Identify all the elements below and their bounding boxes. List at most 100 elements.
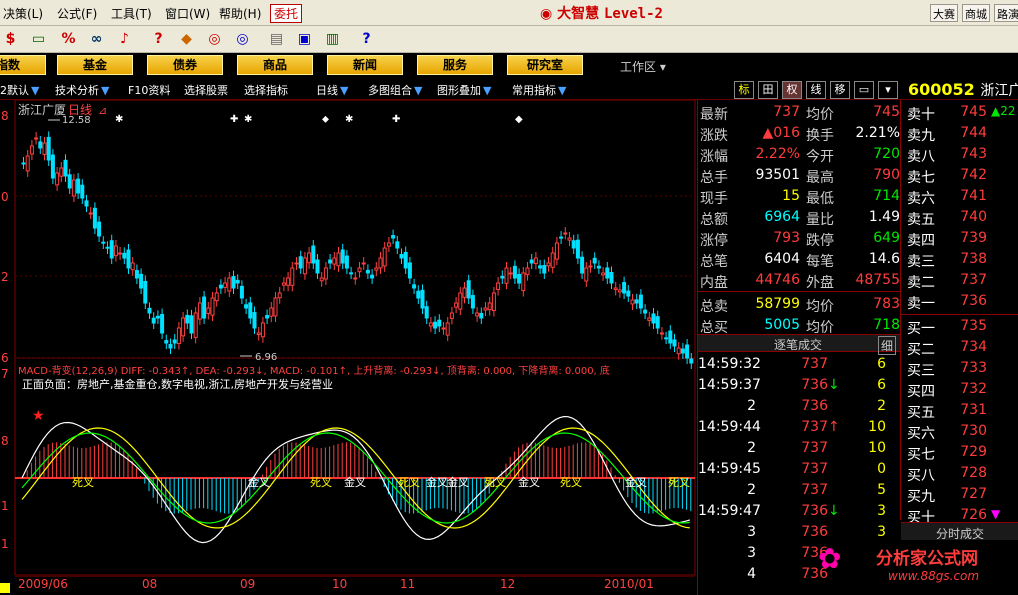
nav-commodity[interactable]: 商品 [237,55,313,75]
tab-common-indicator[interactable]: 常用指标 ▼ [512,82,566,98]
ask-row[interactable]: 卖四 739 [901,230,1018,251]
tab-move[interactable]: 移 [830,81,850,99]
nav-fund[interactable]: 基金 [57,55,133,75]
tab-rights[interactable]: 权 [782,81,802,99]
menu-help[interactable]: 帮助(H) [219,5,261,22]
tab-grid[interactable]: 田 [758,81,778,99]
trade-detail-button[interactable]: 细 [878,336,896,355]
bid-row[interactable]: 买五 731 [901,402,1018,423]
tab-f10[interactable]: F10资料 [128,82,170,98]
ask-row[interactable]: 卖八 743 [901,146,1018,167]
menu-window[interactable]: 窗口(W) [165,5,210,22]
candle-body [185,314,190,324]
nav-service[interactable]: 服务 [417,55,493,75]
tab-overlay[interactable]: 图形叠加 ▼ [437,82,491,98]
candle-body [260,322,265,338]
candle-body [25,155,30,172]
tab-technical-analysis[interactable]: 技术分析 ▼ [55,82,109,98]
candle-body [172,339,177,344]
work-area-toggle[interactable]: 工作区 ▾ [620,58,666,75]
quote-value: 2.21% [855,125,900,141]
books-icon[interactable]: ▥ [322,29,343,49]
nav-research[interactable]: 研究室 [507,55,583,75]
bid-row[interactable]: 买四 732 [901,381,1018,402]
candle-body [223,282,228,288]
ask-row[interactable]: 卖一 736 [901,293,1018,314]
tab-select-indicator[interactable]: 选择指标 [244,82,288,98]
gold-cross-label: 金叉 [426,475,448,489]
candle-body [109,240,114,259]
ask-row[interactable]: 卖九 744 [901,125,1018,146]
diamond-icon[interactable]: ◆ [176,29,197,49]
dollar-icon[interactable]: $ [0,29,21,49]
tab-mark[interactable]: 标 [734,81,754,99]
trade-volume: 5 [877,482,886,498]
bid-row[interactable]: 买三 733 [901,360,1018,381]
entrust-button[interactable]: 委托 [270,4,303,23]
tab-daily[interactable]: 日线 ▼ [316,82,348,98]
menu-formula[interactable]: 公式(F) [57,5,97,22]
bid-row[interactable]: 买六 730 [901,423,1018,444]
window-icon[interactable]: ▣ [294,29,315,49]
bid-row[interactable]: 买二 734 [901,339,1018,360]
trade-direction-icon: ↑ [828,419,840,435]
roadshow-button[interactable]: 路演 [994,4,1018,22]
work-area-label: 工作区 [620,60,657,74]
candle-body [680,348,685,354]
nav-bond[interactable]: 债券 [147,55,223,75]
candle-body [500,275,505,279]
bid-row[interactable]: 买七 729 [901,444,1018,465]
tab-multi-chart[interactable]: 多图组合 ▼ [368,82,422,98]
mall-button[interactable]: 商城 [962,4,990,22]
contest-button[interactable]: 大赛 [930,4,958,22]
alarm-icon[interactable]: ♪ [114,29,135,49]
panel-up-icon[interactable]: ▭ [854,81,874,99]
panel-down-icon[interactable]: ▾ [878,81,898,99]
bid-row[interactable]: 买九 727 [901,486,1018,507]
help-book-icon[interactable]: ? [148,29,169,49]
print-icon[interactable]: ▤ [266,29,287,49]
kline-chart-area[interactable]: 8 0 2 6 浙江广厦 日线 ⊿ 12.58 6.96 ✱ ✚ ✱ ⬥ ✱ ✚… [0,99,697,595]
ask-row[interactable]: 卖三 738 [901,251,1018,272]
nav-index[interactable]: 指数 [0,55,46,75]
info-icon[interactable]: ◎ [232,29,253,49]
trade-time: 2 [747,482,756,498]
ask-row[interactable]: 卖五 740 [901,209,1018,230]
scroll-left-icon[interactable] [0,583,10,593]
quote-label: 最低 [806,191,834,207]
whats-this-icon[interactable]: ? [356,29,377,49]
quote-panel: 最新 737 均价 745 涨跌 ▲016 换手 2.21% 涨幅 2.22% 今开 720 总手 935… [697,100,901,595]
candle-body [559,236,564,239]
menu-decision[interactable]: 决策(L) [3,5,43,22]
tab-line[interactable]: 线 [806,81,826,99]
level-price: 741 [960,188,987,204]
tab-select-stock[interactable]: 选择股票 [184,82,228,98]
level-label: 卖八 [907,149,935,165]
ask-row[interactable]: 卖二 737 [901,272,1018,293]
money-icon[interactable]: ▭ [28,29,49,49]
trade-row: 2 737 5 [698,482,901,503]
percent-icon[interactable]: % [58,29,79,49]
ask-row[interactable]: 卖十 745 ▲22 [901,104,1018,125]
tab-default[interactable]: 2默认 ▼ [0,82,39,98]
watermark-title: 分析家公式网 [876,549,978,569]
menu-tools[interactable]: 工具(T) [111,5,152,22]
ask-row[interactable]: 卖六 741 [901,188,1018,209]
binoculars-icon[interactable]: ∞ [86,29,107,49]
bid-row[interactable]: 买八 728 [901,465,1018,486]
quote-value: 649 [873,230,900,246]
level-price: 744 [960,125,987,141]
candle-body [659,332,664,335]
trade-row: 14:59:32 737 6 [698,356,901,377]
nav-news[interactable]: 新闻 [327,55,403,75]
ask-row[interactable]: 卖七 742 [901,167,1018,188]
f10-icon[interactable]: ◎ [204,29,225,49]
candle-body [365,269,370,274]
date-axis [0,575,697,595]
signal-star-icon: ★ [32,408,45,424]
bid-row[interactable]: 买一 735 [901,318,1018,339]
candle-body [302,257,307,275]
candle-body [416,290,421,299]
dropdown-arrow-icon: ▼ [558,84,567,97]
candle-body [252,312,257,329]
